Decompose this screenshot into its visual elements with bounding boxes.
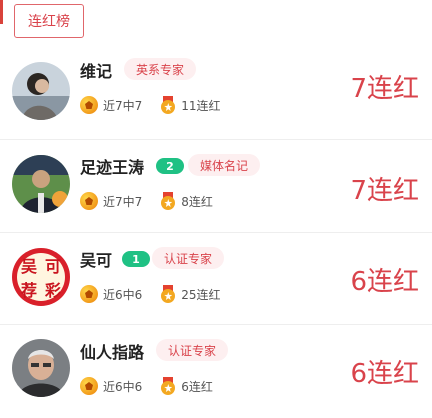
level-badge: 1 <box>122 251 150 267</box>
avatar <box>12 339 70 397</box>
level-badge: 2 <box>156 158 184 174</box>
avatar <box>12 155 70 213</box>
list-item[interactable]: 维记 英系专家 近7中7 11连红 7连红 <box>0 44 432 132</box>
medal-icon <box>160 285 176 303</box>
tab-streak-ranking[interactable]: 连红榜 <box>14 4 84 38</box>
expert-name[interactable]: 维记 <box>80 58 112 82</box>
football-icon <box>80 377 98 395</box>
expert-stats: 近7中7 8连红 <box>80 192 213 210</box>
expert-name[interactable]: 足迹王涛 <box>80 154 144 178</box>
logo-char: 彩 <box>44 281 61 300</box>
big-streak: 7连红 <box>350 74 419 104</box>
streak-count: 25连红 <box>181 287 221 302</box>
expert-tag: 认证专家 <box>152 247 225 269</box>
big-streak: 7连红 <box>350 176 419 206</box>
streak-count: 11连红 <box>181 98 221 113</box>
expert-name[interactable]: 仙人指路 <box>80 339 144 363</box>
logo-char: 荐 <box>20 281 37 300</box>
recent-record: 近6中6 <box>103 379 143 394</box>
list-item[interactable]: 吴 可 荐 彩 吴可 1 认证专家 近6中6 25连红 6连红 <box>0 233 432 321</box>
medal-icon <box>160 192 176 210</box>
expert-stats: 近6中6 6连红 <box>80 377 213 395</box>
avatar-logo: 吴 可 荐 彩 <box>17 253 65 301</box>
list-item[interactable]: 仙人指路 认证专家 近6中6 6连红 6连红 <box>0 325 432 413</box>
top-accent-bar <box>0 0 3 24</box>
streak-count: 6连红 <box>181 379 213 394</box>
big-streak: 6连红 <box>350 267 419 297</box>
expert-tag: 认证专家 <box>156 339 229 361</box>
medal-icon <box>160 377 176 395</box>
expert-tag: 英系专家 <box>124 58 197 80</box>
expert-name[interactable]: 吴可 <box>80 247 112 271</box>
avatar <box>12 62 70 120</box>
big-streak: 6连红 <box>350 359 419 389</box>
football-icon <box>80 96 98 114</box>
recent-record: 近7中7 <box>103 98 143 113</box>
expert-stats: 近7中7 11连红 <box>80 96 221 114</box>
streak-count: 8连红 <box>181 194 213 209</box>
recent-record: 近6中6 <box>103 287 143 302</box>
medal-icon <box>160 96 176 114</box>
list-item[interactable]: 足迹王涛 2 媒体名记 近7中7 8连红 7连红 <box>0 140 432 228</box>
logo-char: 吴 <box>20 257 37 276</box>
recent-record: 近7中7 <box>103 194 143 209</box>
football-icon <box>80 192 98 210</box>
football-icon <box>80 285 98 303</box>
expert-tag: 媒体名记 <box>188 154 261 176</box>
avatar: 吴 可 荐 彩 <box>12 248 70 306</box>
logo-char: 可 <box>44 257 61 276</box>
expert-stats: 近6中6 25连红 <box>80 285 221 303</box>
